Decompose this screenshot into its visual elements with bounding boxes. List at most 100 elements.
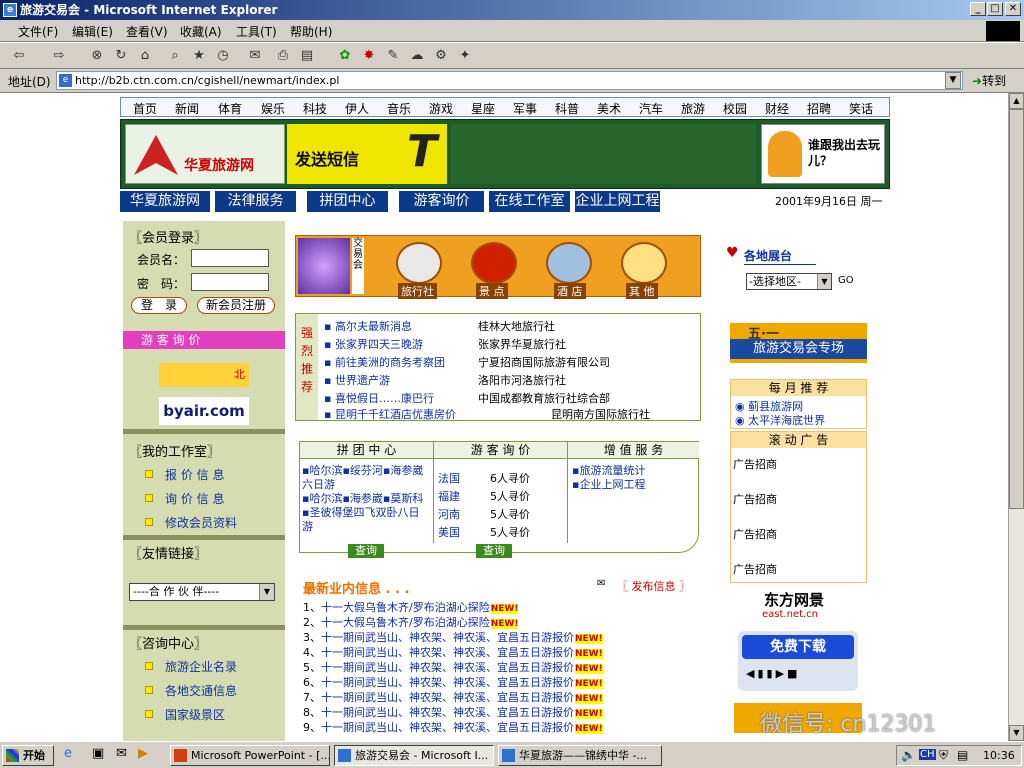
cat-hotel[interactable]: 酒 店 (554, 283, 586, 299)
secnav-item[interactable]: 拼团中心 (304, 191, 388, 212)
ime-indicator[interactable]: CH (919, 749, 936, 760)
site-logo[interactable]: 华夏旅游网 (125, 124, 285, 184)
plugin2-icon[interactable]: ✸ (360, 47, 378, 65)
studio-item[interactable]: 询 价 信 息 (165, 490, 224, 507)
network-icon[interactable]: ▤ (957, 748, 968, 762)
login-button[interactable]: 登 录 (131, 297, 187, 314)
news-item[interactable]: 4、十一期间武当山、神农架、神农溪、宜昌五日游报价NEW! (303, 644, 603, 660)
news-item[interactable]: 6、十一期间武当山、神农架、神农溪、宜昌五日游报价NEW! (303, 674, 603, 690)
topnav-item[interactable]: 招聘 (807, 100, 831, 117)
news-item[interactable]: 2、十一大假乌鲁木齐/罗布泊湖心探险NEW! (303, 614, 519, 630)
news-item[interactable]: 3、十一期间武当山、神农架、神农溪、宜昌五日游报价NEW! (303, 629, 603, 645)
outlook-icon[interactable]: ✉ (116, 746, 127, 761)
favorites-icon[interactable]: ★ (190, 47, 208, 65)
register-button[interactable]: 新会员注册 (197, 297, 275, 314)
address-dropdown-icon[interactable]: ▼ (945, 72, 961, 89)
inquiry-place[interactable]: 河南 (438, 506, 460, 522)
plugin-icon[interactable]: ✿ (336, 47, 354, 65)
rec-item[interactable]: ▪ 喜悦假日……康巴行 (324, 390, 434, 406)
topnav-item[interactable]: 首页 (133, 100, 157, 117)
topnav-item[interactable]: 科技 (303, 100, 327, 117)
secnav-item[interactable]: 华夏旅游网 (120, 191, 210, 212)
consult-item[interactable]: 各地交通信息 (165, 682, 237, 699)
menu-tools[interactable]: 工具(T) (236, 23, 277, 40)
rec-item[interactable]: ▪ 前往美洲的商务考察团 (324, 354, 445, 370)
news-item[interactable]: 7、十一期间武当山、神农架、神农溪、宜昌五日游报价NEW! (303, 689, 603, 705)
rec-item[interactable]: ▪ 高尔夫最新消息 (324, 318, 412, 334)
ie-quicklaunch-icon[interactable]: e (64, 746, 72, 761)
tab-inquiry[interactable]: 游 客 询 价 (434, 442, 568, 459)
byair-ad[interactable]: byair.com (159, 397, 249, 425)
cat-agency[interactable]: 旅行社 (398, 283, 437, 299)
password-input[interactable] (191, 273, 269, 291)
menu-edit[interactable]: 编辑(E) (72, 23, 113, 40)
task-powerpoint[interactable]: Microsoft PowerPoint - [... (170, 745, 330, 766)
menu-view[interactable]: 查看(V) (126, 23, 168, 40)
rec-company[interactable]: 中国成都教育旅行社综合部 (478, 390, 610, 406)
rec-company[interactable]: 桂林大地旅行社 (478, 318, 555, 334)
member-input[interactable] (191, 249, 269, 267)
topnav-item[interactable]: 校园 (723, 100, 747, 117)
topnav-item[interactable]: 汽车 (639, 100, 663, 117)
news-item[interactable]: 8、十一期间武当山、神农架、神农溪、宜昌五日游报价NEW! (303, 704, 603, 720)
ad-slot[interactable]: 广告招商 (733, 456, 777, 472)
inquiry-query-button[interactable]: 查询 (476, 544, 512, 558)
plugin4-icon[interactable]: ☁ (408, 47, 426, 65)
ad-slot[interactable]: 广告招商 (733, 561, 777, 577)
topnav-item[interactable]: 旅游 (681, 100, 705, 117)
task-ie-active[interactable]: 旅游交易会 - Microsoft I... (334, 745, 494, 766)
task-ie-2[interactable]: 华夏旅游——锦绣中华 -... (498, 745, 662, 766)
print-icon[interactable]: ⎙ (274, 47, 292, 65)
topnav-item[interactable]: 科普 (555, 100, 579, 117)
rec-item[interactable]: ▪ 昆明千千红酒店优惠房价 (324, 406, 456, 422)
group-query-button[interactable]: 查询 (348, 544, 384, 558)
topnav-item[interactable]: 娱乐 (261, 100, 285, 117)
topnav-item[interactable]: 新闻 (175, 100, 199, 117)
tab-group[interactable]: 拼 团 中 心 (300, 442, 434, 459)
studio-item[interactable]: 修改会员资料 (165, 514, 237, 531)
topnav-item[interactable]: 美术 (597, 100, 621, 117)
topnav-item[interactable]: 音乐 (387, 100, 411, 117)
rec-company[interactable]: 昆明南方国际旅行社 (551, 406, 650, 422)
home-icon[interactable]: ⌂ (136, 47, 154, 65)
rec-item[interactable]: ▪ 世界遗产游 (324, 372, 390, 388)
tab-value[interactable]: 增 值 服 务 (568, 442, 699, 459)
go-button[interactable]: ➜转到 (972, 72, 1006, 89)
sms-banner[interactable]: 发送短信 T (287, 124, 447, 184)
forward-icon[interactable]: ⇨ (50, 47, 68, 65)
close-button[interactable]: ✕ (1005, 2, 1021, 16)
rec-item[interactable]: ▪ 张家界四天三晚游 (324, 336, 423, 352)
scroll-down-icon[interactable]: ▼ (1009, 725, 1024, 741)
secnav-item[interactable]: 法律服务 (212, 191, 296, 212)
news-item[interactable]: 5、十一期间武当山、神农架、神农溪、宜昌五日游报价NEW! (303, 659, 603, 675)
topnav-item[interactable]: 伊人 (345, 100, 369, 117)
travel-ad[interactable]: 谁跟我出去玩儿？ (761, 124, 885, 184)
consult-item[interactable]: 旅游企业名录 (165, 658, 237, 675)
back-icon[interactable]: ⇦ (10, 47, 28, 65)
group-tour[interactable]: ▪哈尔滨▪绥芬河▪海参崴六日游 (302, 464, 430, 492)
inquiry-place[interactable]: 美国 (438, 524, 460, 540)
east-logo[interactable]: 东方网景 (764, 589, 824, 610)
address-input[interactable]: e http://b2b.ctn.com.cn/cgishell/newmart… (56, 71, 963, 90)
menu-help[interactable]: 帮助(H) (290, 23, 332, 40)
rec-company[interactable]: 洛阳市河洛旅行社 (478, 372, 566, 388)
topnav-item[interactable]: 军事 (513, 100, 537, 117)
maple-leaf-icon[interactable] (471, 242, 517, 284)
news-item[interactable]: 9、十一期间武当山、神农架、神农溪、宜昌五日游报价NEW! (303, 719, 603, 735)
consult-item[interactable]: 国家级景区 (165, 706, 225, 723)
rec-company[interactable]: 张家界华夏旅行社 (478, 336, 566, 352)
history-icon[interactable]: ◷ (214, 47, 232, 65)
start-button[interactable]: 开始 (2, 745, 54, 766)
hotel-icon[interactable] (546, 242, 592, 284)
secnav-item[interactable]: 企业上网工程 (572, 191, 660, 212)
download-ad[interactable]: 免费下载 ◀▮▮▶■ (738, 631, 858, 691)
volume-icon[interactable]: 🔈 (901, 748, 916, 762)
mail-icon[interactable]: ✉ (246, 47, 264, 65)
ad-banner-1[interactable]: 北 (159, 363, 249, 387)
inquiry-place[interactable]: 法国 (438, 470, 460, 486)
partner-select[interactable]: ----合 作 伙 伴---- ▼ (129, 583, 275, 601)
shield-icon[interactable]: ⛨ (939, 748, 948, 763)
region-go-button[interactable]: GO (838, 275, 854, 286)
studio-item[interactable]: 报 价 信 息 (165, 466, 224, 483)
topnav-item[interactable]: 笑话 (849, 100, 873, 117)
